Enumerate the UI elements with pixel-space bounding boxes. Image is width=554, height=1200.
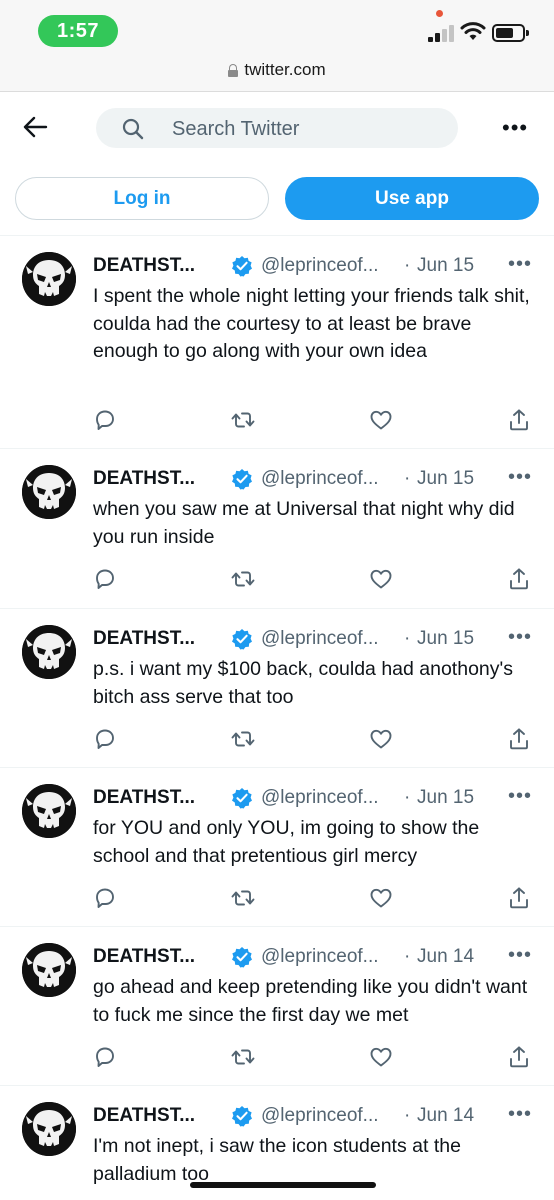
skull-avatar[interactable]: [22, 1102, 76, 1156]
recording-indicator-icon: [436, 10, 443, 17]
login-button[interactable]: Log in: [15, 177, 269, 220]
tweet-author-handle[interactable]: @leprinceof...: [261, 785, 379, 811]
share-icon[interactable]: [507, 567, 531, 591]
tweet-date[interactable]: Jun 14: [417, 1103, 474, 1129]
search-placeholder: Search Twitter: [172, 118, 300, 140]
tweet-text: I'm not inept, i saw the icon students a…: [93, 1135, 461, 1185]
separator-dot: ·: [404, 628, 411, 649]
retweet-icon[interactable]: [231, 567, 255, 591]
like-icon[interactable]: [369, 886, 393, 910]
tweet-date[interactable]: Jun 14: [417, 944, 474, 970]
separator-dot: ·: [404, 255, 411, 276]
retweet-icon[interactable]: [231, 408, 255, 432]
tweet-author-name[interactable]: DEATHST...: [93, 944, 195, 970]
retweet-icon[interactable]: [231, 1045, 255, 1069]
tweet-more-icon[interactable]: •••: [508, 1101, 532, 1127]
verified-badge-icon: [231, 946, 253, 968]
separator-dot: ·: [404, 468, 411, 489]
retweet-icon[interactable]: [231, 886, 255, 910]
tweet-more-icon[interactable]: •••: [508, 942, 532, 968]
tweet-date[interactable]: Jun 15: [417, 785, 474, 811]
tweet[interactable]: DEATHST... @leprinceof... · Jun 15 ••• p…: [0, 609, 554, 768]
skull-avatar[interactable]: [22, 943, 76, 997]
home-indicator[interactable]: [190, 1182, 376, 1188]
like-icon[interactable]: [369, 1045, 393, 1069]
reply-icon[interactable]: [93, 1045, 117, 1069]
tweet-actions: [93, 408, 533, 434]
share-icon[interactable]: [507, 727, 531, 751]
tweet-date[interactable]: Jun 15: [417, 253, 474, 279]
tweet-text: p.s. i want my $100 back, coulda had ano…: [93, 658, 513, 708]
tweet-feed: DEATHST... @leprinceof... · Jun 15 ••• I…: [0, 235, 554, 1185]
tweet-actions: [93, 567, 533, 593]
lock-icon: [228, 63, 239, 77]
skull-avatar[interactable]: [22, 625, 76, 679]
tweet-more-icon[interactable]: •••: [508, 251, 532, 277]
tweet-author-name[interactable]: DEATHST...: [93, 466, 195, 492]
share-icon[interactable]: [507, 1045, 531, 1069]
tweet-author-handle[interactable]: @leprinceof...: [261, 626, 379, 652]
tweet-text: I spent the whole night letting your fri…: [93, 285, 530, 362]
tweet-author-name[interactable]: DEATHST...: [93, 785, 195, 811]
separator-dot: ·: [404, 946, 411, 967]
reply-icon[interactable]: [93, 886, 117, 910]
tweet-author-handle[interactable]: @leprinceof...: [261, 1103, 379, 1129]
verified-badge-icon: [231, 1105, 253, 1127]
search-icon: [122, 118, 144, 140]
tweet-author-name[interactable]: DEATHST...: [93, 1103, 195, 1129]
top-header: Search Twitter •••: [0, 93, 554, 163]
verified-badge-icon: [231, 787, 253, 809]
reply-icon[interactable]: [93, 727, 117, 751]
tweet-author-handle[interactable]: @leprinceof...: [261, 253, 379, 279]
skull-avatar[interactable]: [22, 465, 76, 519]
separator-dot: ·: [404, 1105, 411, 1126]
retweet-icon[interactable]: [231, 727, 255, 751]
share-icon[interactable]: [507, 886, 531, 910]
reply-icon[interactable]: [93, 567, 117, 591]
status-bar: 1:57: [0, 0, 554, 50]
separator-dot: ·: [404, 787, 411, 808]
verified-badge-icon: [231, 468, 253, 490]
tweet-actions: [93, 727, 533, 753]
like-icon[interactable]: [369, 567, 393, 591]
tweet-more-icon[interactable]: •••: [508, 783, 532, 809]
tweet-more-icon[interactable]: •••: [508, 624, 532, 650]
tweet-date[interactable]: Jun 15: [417, 466, 474, 492]
tweet-text: when you saw me at Universal that night …: [93, 498, 515, 548]
cellular-signal-icon: [428, 25, 458, 42]
tweet-actions: [93, 886, 533, 912]
verified-badge-icon: [231, 255, 253, 277]
back-arrow-icon[interactable]: [22, 115, 48, 139]
tweet[interactable]: DEATHST... @leprinceof... · Jun 15 ••• f…: [0, 768, 554, 927]
use-app-button[interactable]: Use app: [285, 177, 539, 220]
tweet-text: for YOU and only YOU, im going to show t…: [93, 817, 480, 867]
tweet-text: go ahead and keep pretending like you di…: [93, 976, 528, 1026]
skull-avatar[interactable]: [22, 252, 76, 306]
like-icon[interactable]: [369, 408, 393, 432]
tweet[interactable]: DEATHST... @leprinceof... · Jun 15 ••• w…: [0, 449, 554, 609]
verified-badge-icon: [231, 628, 253, 650]
reply-icon[interactable]: [93, 408, 117, 432]
more-options-icon[interactable]: •••: [502, 117, 528, 139]
browser-url-bar[interactable]: twitter.com: [0, 50, 554, 92]
share-icon[interactable]: [507, 408, 531, 432]
tweet-author-name[interactable]: DEATHST...: [93, 626, 195, 652]
tweet-more-icon[interactable]: •••: [508, 464, 532, 490]
tweet[interactable]: DEATHST... @leprinceof... · Jun 15 ••• I…: [0, 236, 554, 449]
like-icon[interactable]: [369, 727, 393, 751]
tweet-actions: [93, 1045, 533, 1071]
tweet-author-handle[interactable]: @leprinceof...: [261, 944, 379, 970]
url-text: twitter.com: [244, 60, 326, 79]
wifi-icon: [460, 22, 486, 40]
tweet-author-name[interactable]: DEATHST...: [93, 253, 195, 279]
tweet-author-handle[interactable]: @leprinceof...: [261, 466, 379, 492]
tweet[interactable]: DEATHST... @leprinceof... · Jun 14 ••• g…: [0, 927, 554, 1086]
search-input[interactable]: Search Twitter: [96, 108, 458, 148]
tweet-date[interactable]: Jun 15: [417, 626, 474, 652]
battery-icon: [492, 24, 529, 42]
skull-avatar[interactable]: [22, 784, 76, 838]
status-time: 1:57: [38, 15, 118, 47]
